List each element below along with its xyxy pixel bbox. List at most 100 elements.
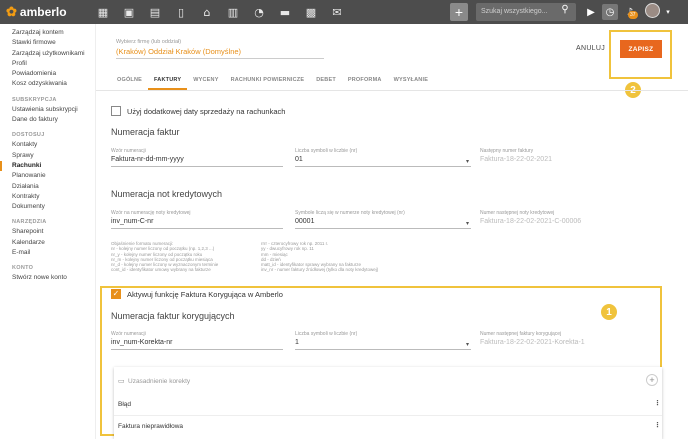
documents-icon[interactable]: ▯: [168, 0, 194, 24]
chevron-down-icon[interactable]: ▾: [466, 158, 469, 165]
contacts-icon[interactable]: ▣: [116, 0, 142, 24]
credit-digits-select[interactable]: 00001: [295, 218, 314, 225]
sidebar-item-billing-data[interactable]: Dane do faktury: [0, 115, 95, 125]
history-icon[interactable]: ◔: [246, 0, 272, 24]
notification-badge: 37: [628, 11, 638, 19]
sidebar-item-account[interactable]: Zarządzaj kontem: [0, 28, 95, 38]
sidebar-item-matters[interactable]: Sprawy: [0, 151, 95, 161]
sidebar-item-email[interactable]: E-mail: [0, 248, 95, 258]
sidebar-section-customize: DOSTOSUJ: [12, 132, 45, 139]
list-icon: ▭: [118, 377, 125, 385]
correction-next-label: Numer następnej faktury korygującej: [480, 331, 562, 337]
correction-pattern-underline: [111, 349, 283, 350]
marker-one: 1: [601, 304, 617, 320]
sidebar-section-tools: NARZĘDZIA: [12, 219, 47, 226]
tab-invoices[interactable]: FAKTURY: [148, 74, 188, 90]
correction-checkbox-label: Aktywuj funkcję Faktura Korygująca w Amb…: [127, 290, 283, 299]
reason-divider: [114, 415, 662, 416]
sidebar-item-activities[interactable]: Działania: [0, 182, 95, 192]
credit-pattern-underline: [111, 228, 283, 229]
sidebar-item-rates[interactable]: Stawki firmowe: [0, 38, 95, 48]
sidebar-item-trash[interactable]: Kosz odzyskiwania: [0, 79, 95, 89]
correction-next-value: Faktura-18-22-02-2021-Korekta-1: [480, 339, 585, 346]
bank-icon[interactable]: ⌂: [194, 0, 220, 24]
mail-icon[interactable]: ✉: [324, 0, 350, 24]
sidebar-item-notifications[interactable]: Powiadomienia: [0, 69, 95, 79]
sidebar-section-subscription: SUBSKRYPCJA: [12, 96, 57, 103]
grid-icon[interactable]: ▩: [298, 0, 324, 24]
invoice-digits-underline: [295, 166, 471, 167]
tab-bar: OGÓLNE FAKTURY WYCENY RACHUNKI POWIERNIC…: [111, 74, 434, 90]
sidebar-item-planning[interactable]: Planowanie: [0, 171, 95, 181]
add-reason-button[interactable]: +: [646, 374, 658, 386]
correction-pattern-input[interactable]: inv_num-Korekta-nr: [111, 339, 172, 346]
format-help-left: Objaśnienie formatu numeracji: nr - kole…: [111, 241, 219, 273]
sidebar-item-sharepoint[interactable]: Sharepoint: [0, 227, 95, 237]
sidebar-section-account: KONTO: [12, 265, 34, 272]
sidebar-item-contacts[interactable]: Kontakty: [0, 140, 95, 150]
timer-icon[interactable]: ◷: [602, 4, 618, 20]
app-logo[interactable]: ✿ amberlo: [6, 4, 84, 20]
search-input[interactable]: Szukaj wszystkiego... ⚲: [476, 3, 576, 21]
logo-icon: ✿: [6, 4, 17, 19]
invoice-digits-select[interactable]: 01: [295, 156, 303, 163]
correction-checkbox[interactable]: ✓: [111, 289, 121, 299]
more-icon[interactable]: ⋮: [654, 399, 661, 407]
settings-sidebar: Zarządzaj kontem Stawki firmowe Zarządza…: [0, 24, 95, 439]
sidebar-item-invoices[interactable]: Rachunki: [0, 160, 95, 172]
sale-date-label: Użyj dodatkowej daty sprzedaży na rachun…: [127, 107, 286, 116]
correction-pattern-label: Wzór numeracji: [111, 331, 146, 337]
credit-digits-label: Symbole liczą się w numerze noty kredyto…: [295, 210, 405, 216]
sidebar-item-calendars[interactable]: Kalendarze: [0, 238, 95, 248]
chevron-down-icon[interactable]: ▾: [466, 341, 469, 348]
tab-sending[interactable]: WYSYŁANIE: [388, 74, 435, 90]
credit-pattern-label: Wzór na numerację noty kredytowej: [111, 210, 191, 216]
sidebar-item-new-account[interactable]: Stwórz nowe konto: [0, 273, 95, 283]
sidebar-item-subscription[interactable]: Ustawienia subskrypcji: [0, 105, 95, 115]
correction-digits-underline: [295, 349, 471, 350]
credit-next-value: Faktura-18-22-02-2021-C-00006: [480, 218, 582, 225]
company-label: Wybierz firmę (lub oddział): [116, 39, 182, 45]
cancel-button[interactable]: ANULUJ: [576, 45, 605, 52]
tab-trust[interactable]: RACHUNKI POWIERNICZE: [225, 74, 311, 90]
add-button[interactable]: +: [450, 3, 468, 21]
invoice-pattern-underline: [111, 166, 283, 167]
format-help-right: rrrr - czterocyfrowy rok np. 2011 r. yy …: [261, 241, 379, 273]
credit-digits-underline: [295, 228, 471, 229]
avatar[interactable]: [645, 3, 660, 18]
reason-item-invalid-invoice[interactable]: Faktura nieprawidłowa: [118, 423, 183, 430]
tab-debit[interactable]: DEBET: [310, 74, 342, 90]
matters-icon[interactable]: ▤: [142, 0, 168, 24]
search-icon[interactable]: ⚲: [557, 4, 573, 20]
play-icon[interactable]: ▶: [583, 4, 599, 20]
invoice-pattern-input[interactable]: Faktura-nr-dd-mm-yyyy: [111, 156, 184, 163]
calendar-icon[interactable]: ▥: [220, 0, 246, 24]
credit-next-label: Numer następnej noty kredytowej: [480, 210, 555, 216]
reasons-title: Uzasadnienie korekty: [128, 378, 191, 385]
sidebar-item-profile[interactable]: Profil: [0, 59, 95, 69]
credit-pattern-input[interactable]: inv_num-C-nr: [111, 218, 153, 225]
sale-date-checkbox[interactable]: [111, 106, 121, 116]
sidebar-item-users[interactable]: Zarządzaj użytkownikami: [0, 49, 95, 59]
main-nav: ▦ ▣ ▤ ▯ ⌂ ▥ ◔ ▬ ▩ ✉: [90, 0, 350, 24]
chevron-down-icon[interactable]: ▾: [466, 220, 469, 227]
sidebar-item-contracts[interactable]: Kontrakty: [0, 192, 95, 202]
highlight-save: [609, 30, 672, 79]
tab-divider: [96, 90, 688, 91]
tab-general[interactable]: OGÓLNE: [111, 74, 148, 90]
correction-reasons-card: ▭ Uzasadnienie korekty Błąd ⋮ Faktura ni…: [114, 367, 662, 439]
invoice-next-label: Następny numer faktury: [480, 148, 534, 154]
correction-digits-select[interactable]: 1: [295, 339, 299, 346]
company-select[interactable]: (Kraków) Oddział Kraków (Domyślne): [116, 47, 324, 59]
reason-item-error[interactable]: Błąd: [118, 401, 131, 408]
correction-digits-label: Liczba symboli w liczbie (nr): [295, 331, 358, 337]
tab-proforma[interactable]: PROFORMA: [342, 74, 388, 90]
invoice-next-value: Faktura-18-22-02-2021: [480, 156, 552, 163]
sidebar-item-documents[interactable]: Dokumenty: [0, 202, 95, 212]
dashboard-icon[interactable]: ▦: [90, 0, 116, 24]
invoice-digits-label: Liczba symboli w liczbie (nr): [295, 148, 358, 154]
tab-quotes[interactable]: WYCENY: [187, 74, 224, 90]
more-icon[interactable]: ⋮: [654, 421, 661, 429]
chevron-down-icon[interactable]: ▾: [660, 4, 676, 20]
folder-icon[interactable]: ▬: [272, 0, 298, 24]
